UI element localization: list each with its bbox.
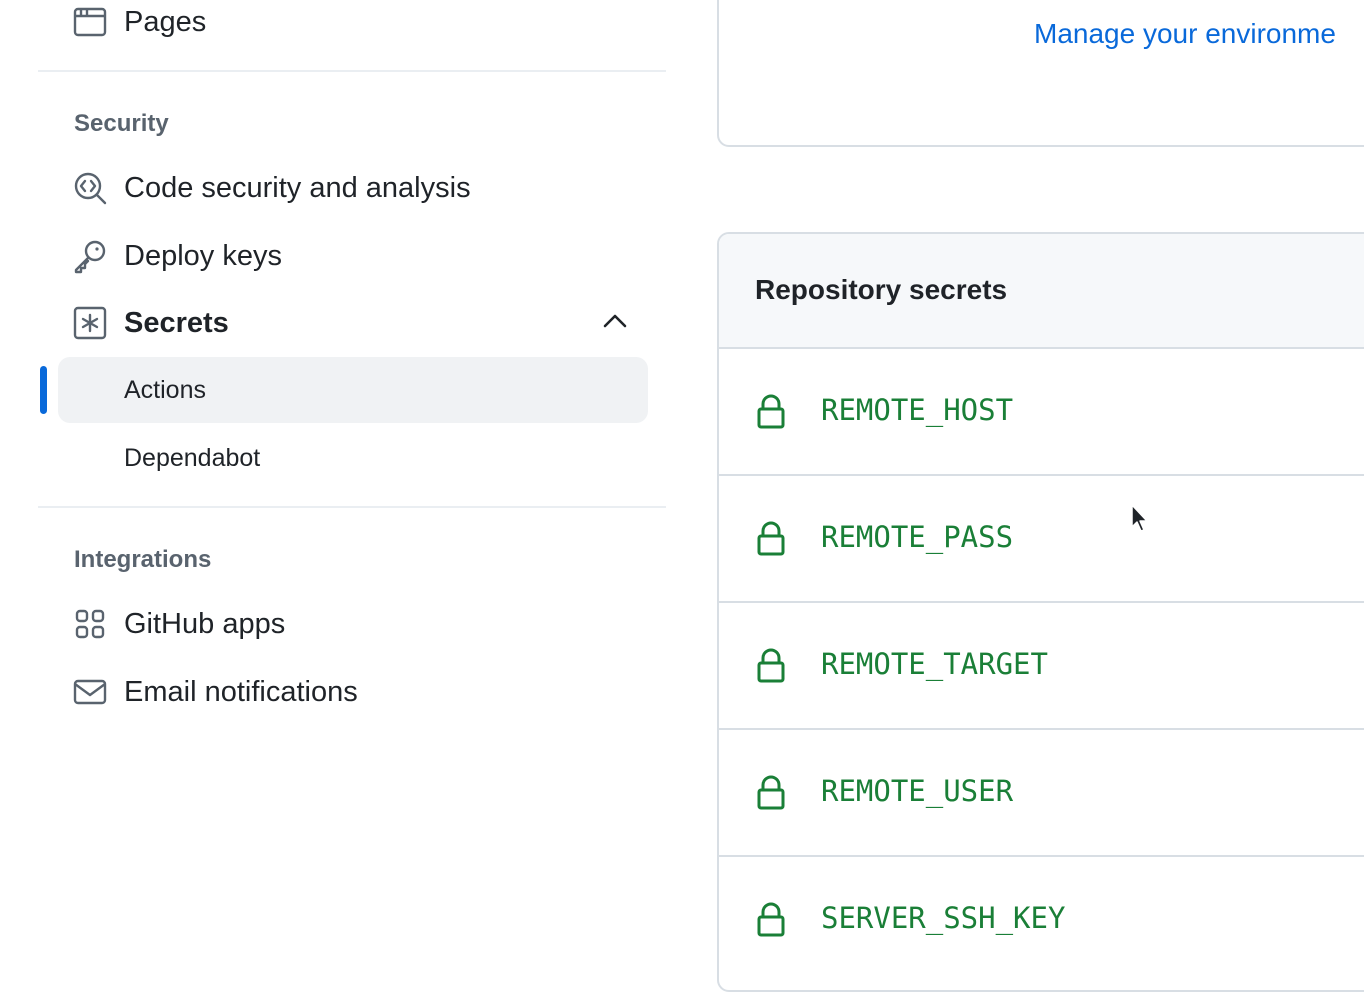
mail-icon (73, 679, 107, 705)
sidebar-item-label: Deploy keys (124, 239, 282, 272)
sidebar-subitem-dependabot[interactable]: Dependabot (124, 444, 260, 473)
sidebar-item-label: Secrets (124, 306, 229, 339)
browser-window-icon (73, 7, 107, 37)
secret-name: REMOTE_TARGET (821, 647, 1048, 681)
repository-secrets-panel: Repository secrets REMOTE_HOST REMOTE_PA… (717, 232, 1364, 992)
secret-row: SERVER_SSH_KEY (719, 857, 1364, 984)
sidebar-item-label: Pages (124, 5, 207, 38)
secret-row: REMOTE_HOST (719, 349, 1364, 476)
lock-icon (757, 648, 785, 683)
sidebar-divider (38, 70, 666, 72)
sidebar-item-secrets[interactable]: Secrets (72, 301, 229, 345)
secret-name: REMOTE_PASS (821, 520, 1014, 554)
sidebar-item-deploy-keys[interactable]: Deploy keys (72, 234, 282, 278)
secret-row: REMOTE_USER (719, 730, 1364, 857)
sidebar-item-email-notifications[interactable]: Email notifications (72, 670, 358, 714)
sidebar-item-label: Code security and analysis (124, 171, 471, 204)
repository-secrets-header: Repository secrets (719, 234, 1364, 349)
secret-row: REMOTE_PASS (719, 476, 1364, 603)
active-indicator (40, 366, 47, 414)
chevron-up-icon[interactable] (600, 306, 630, 336)
sidebar-item-code-security[interactable]: Code security and analysis (72, 166, 471, 210)
manage-environments-link[interactable]: Manage your environme (1034, 18, 1336, 50)
integrations-section-heading: Integrations (74, 546, 212, 573)
apps-grid-icon (75, 609, 105, 639)
sidebar-item-label: GitHub apps (124, 607, 286, 640)
lock-icon (757, 521, 785, 556)
secret-name: REMOTE_USER (821, 774, 1014, 808)
repository-secrets-title: Repository secrets (755, 274, 1008, 305)
lock-icon (757, 775, 785, 810)
sidebar-item-label: Email notifications (124, 675, 358, 708)
secret-name: SERVER_SSH_KEY (821, 901, 1066, 935)
code-scan-icon (74, 172, 107, 205)
sidebar-divider (38, 506, 666, 508)
key-icon (74, 240, 106, 274)
security-section-heading: Security (74, 110, 169, 137)
lock-icon (757, 902, 785, 937)
secret-row: REMOTE_TARGET (719, 603, 1364, 730)
sidebar-subitem-actions-label[interactable]: Actions (124, 376, 206, 405)
lock-icon (757, 394, 785, 429)
sidebar-item-github-apps[interactable]: GitHub apps (72, 602, 285, 646)
sidebar-item-pages[interactable]: Pages (72, 0, 206, 44)
mouse-pointer-icon (1131, 504, 1148, 532)
secret-name: REMOTE_HOST (821, 393, 1014, 427)
asterisk-box-icon (73, 306, 107, 340)
